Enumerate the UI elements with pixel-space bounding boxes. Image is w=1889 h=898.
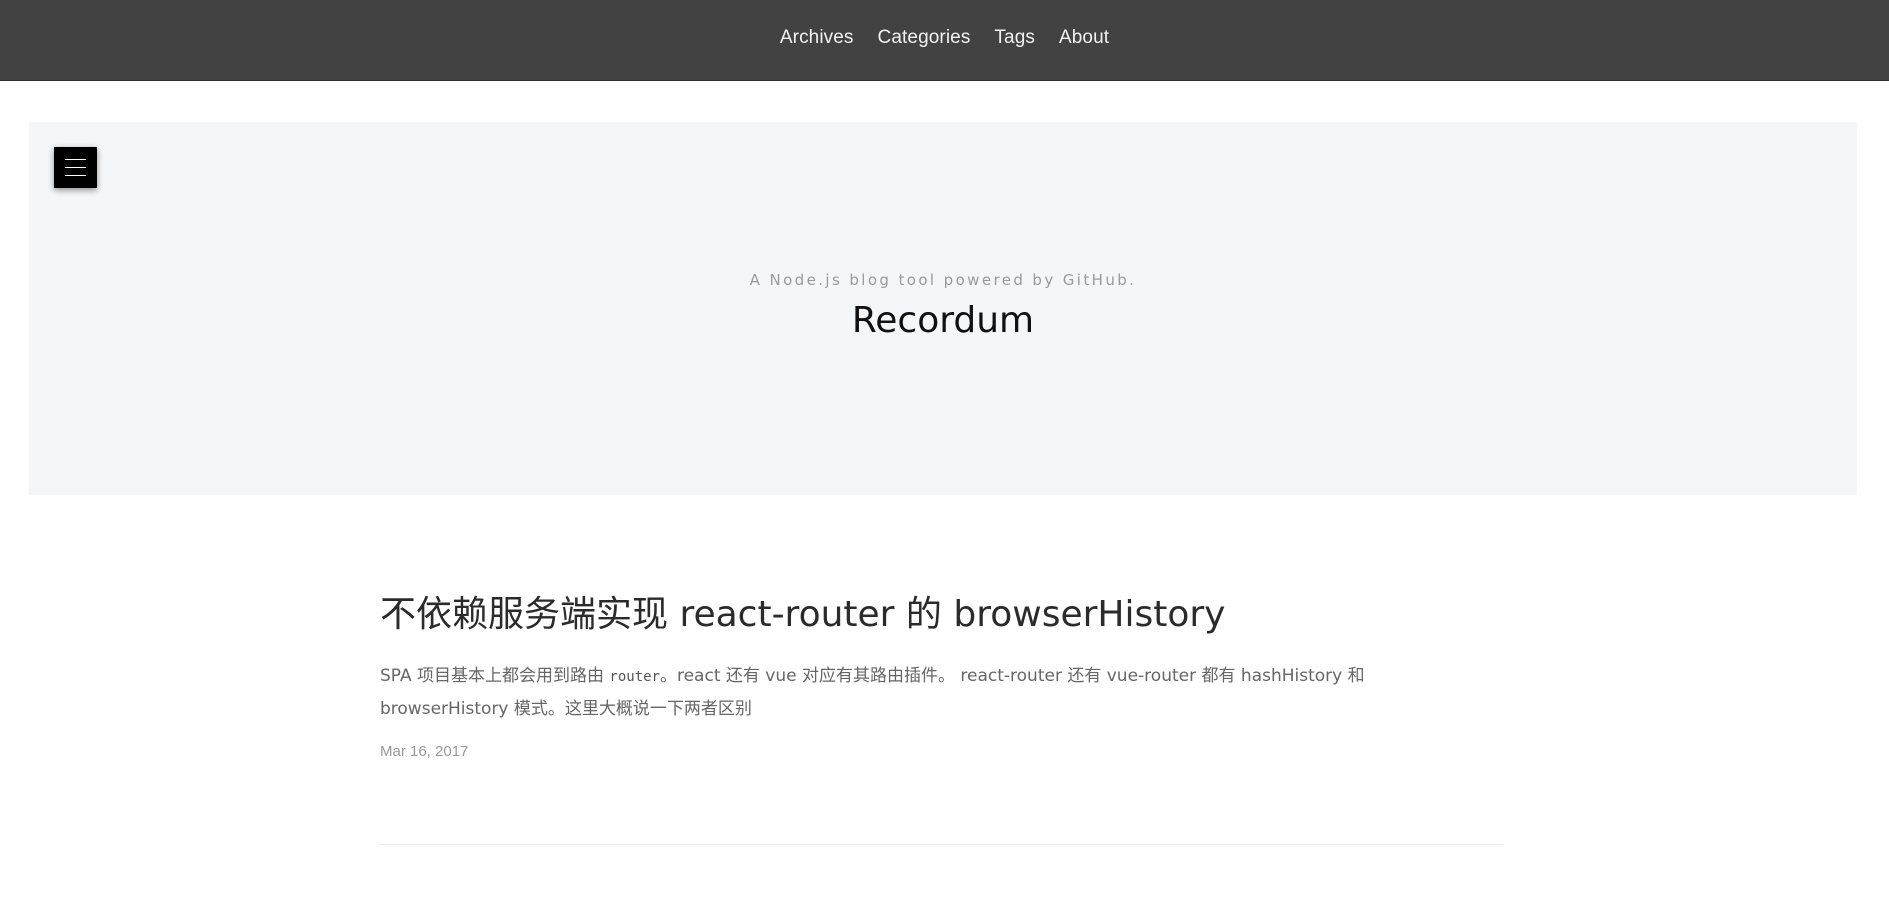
post-title-link[interactable]: 不依赖服务端实现 react-router 的 browserHistory	[380, 590, 1503, 640]
nav-link-about[interactable]: About	[1059, 27, 1109, 49]
nav-link-categories[interactable]: Categories	[878, 27, 971, 49]
top-navigation-bar: Archives Categories Tags About	[0, 0, 1889, 81]
nav-link-archives[interactable]: Archives	[780, 27, 854, 49]
site-title[interactable]: Recordum	[29, 300, 1857, 341]
menu-icon-bar	[65, 175, 86, 176]
post-date: Mar 16, 2017	[380, 743, 469, 760]
menu-toggle-button[interactable]	[54, 147, 97, 188]
post-divider	[380, 844, 1503, 845]
site-tagline: A Node.js blog tool powered by GitHub.	[749, 271, 1137, 289]
post-excerpt-text: SPA 项目基本上都会用到路由	[380, 666, 610, 686]
main-nav: Archives Categories Tags About	[780, 27, 1109, 49]
hero-banner: A Node.js blog tool powered by GitHub. R…	[29, 122, 1857, 495]
post-excerpt-code: router	[609, 669, 660, 685]
post-list-item: 不依赖服务端实现 react-router 的 browserHistory S…	[380, 590, 1503, 760]
post-excerpt: SPA 项目基本上都会用到路由 router。react 还有 vue 对应有其…	[380, 660, 1495, 725]
hamburger-menu-icon	[65, 159, 86, 176]
nav-link-tags[interactable]: Tags	[994, 27, 1035, 49]
menu-icon-bar	[65, 159, 86, 160]
menu-icon-bar	[65, 167, 86, 168]
